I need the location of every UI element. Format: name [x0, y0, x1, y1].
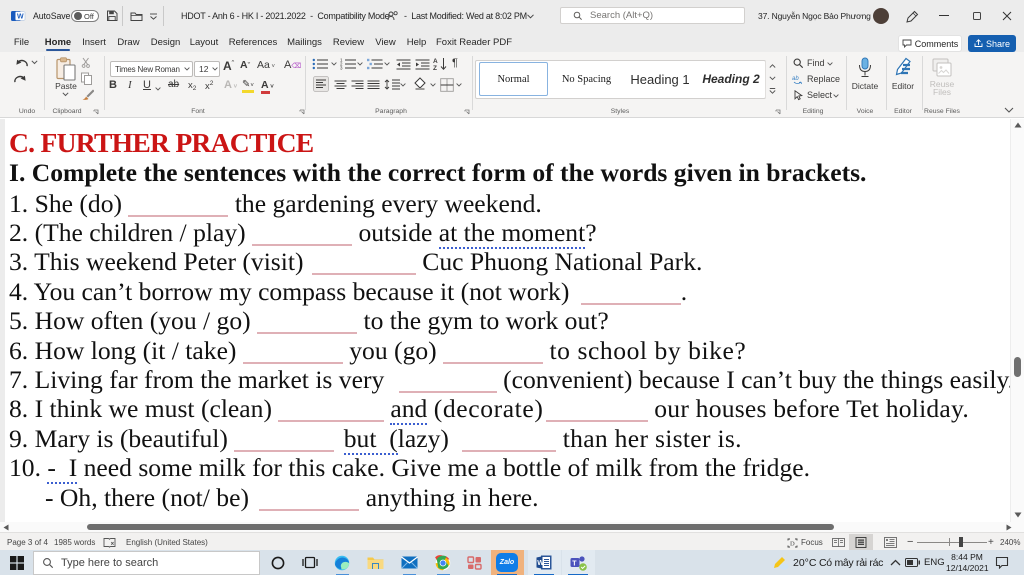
- svg-text:W: W: [537, 560, 544, 567]
- svg-text:Z: Z: [433, 65, 437, 71]
- svg-text:3: 3: [340, 66, 343, 71]
- svg-text:ab: ab: [792, 76, 799, 82]
- svg-text:D: D: [790, 541, 795, 548]
- svg-text:T: T: [572, 561, 577, 568]
- svg-text:W: W: [17, 14, 24, 21]
- svg-text:A: A: [433, 58, 438, 65]
